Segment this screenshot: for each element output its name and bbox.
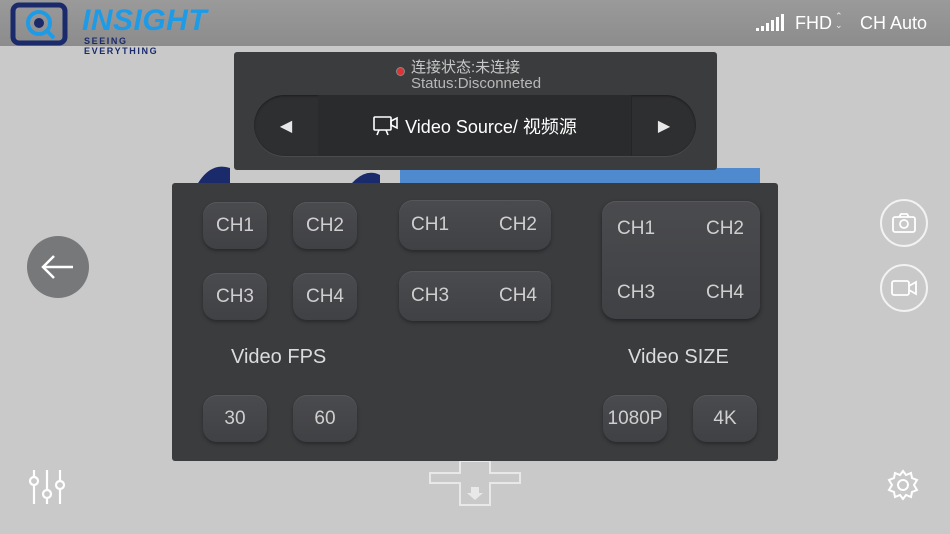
dpad-icon[interactable] — [428, 461, 522, 507]
insight-logo: INSIGHT SEEING EVERYTHING — [10, 2, 207, 56]
top-bar: INSIGHT SEEING EVERYTHING FHD ⌃ ⌄ CH Auto — [0, 0, 950, 56]
snapshot-button[interactable] — [880, 199, 928, 247]
signal-icon — [756, 14, 784, 31]
status-indicator — [397, 68, 404, 75]
ch3-ch4-pair-button[interactable]: CH3 CH4 — [399, 271, 551, 321]
resolution-arrows-icon[interactable]: ⌃ ⌄ — [835, 12, 843, 30]
logo-tagline: SEEING EVERYTHING — [84, 36, 159, 56]
status-panel: 连接状态:未连接 Status:Disconneted ◀ Video Sour… — [234, 52, 717, 170]
insight-logo-icon — [10, 2, 68, 46]
video-source-bar: ◀ Video Source/ 视频源 ▶ — [254, 95, 696, 156]
ch2-button[interactable]: CH2 — [293, 202, 357, 249]
left-triangle-icon: ◀ — [279, 117, 293, 135]
fps-60-button[interactable]: 60 — [293, 395, 357, 442]
quad-label: CH3 — [617, 282, 656, 303]
video-source-icon — [373, 115, 398, 135]
quad-label: CH4 — [705, 282, 744, 303]
pair-label: CH3 — [411, 285, 450, 306]
back-button[interactable] — [27, 236, 89, 298]
gear-icon[interactable] — [887, 469, 919, 501]
prev-source-button[interactable]: ◀ — [254, 95, 319, 156]
quad-label: CH1 — [617, 218, 656, 239]
size-1080p-button[interactable]: 1080P — [603, 395, 667, 442]
resolution-selector[interactable]: FHD — [795, 13, 832, 34]
record-button[interactable] — [880, 264, 928, 312]
channel-mode-selector[interactable]: CH Auto — [860, 13, 927, 34]
pair-label: CH1 — [411, 214, 450, 235]
ch1-ch2-pair-button[interactable]: CH1 CH2 — [399, 200, 551, 250]
status-label-en: Status:Disconneted — [411, 75, 542, 92]
size-4k-button[interactable]: 4K — [693, 395, 757, 442]
right-triangle-icon: ▶ — [657, 117, 671, 135]
ch1-button[interactable]: CH1 — [203, 202, 267, 249]
quad-view-button[interactable]: CH1 CH2 CH3 CH4 — [602, 201, 760, 319]
camera-icon — [892, 213, 916, 233]
video-size-label: Video SIZE — [628, 346, 729, 368]
video-source-button[interactable]: Video Source/ 视频源 — [318, 95, 632, 156]
status-label-cn: 连接状态:未连接 — [411, 59, 521, 76]
logo-text: INSIGHT — [82, 4, 208, 37]
fps-30-button[interactable]: 30 — [203, 395, 267, 442]
quad-label: CH2 — [705, 218, 744, 239]
video-fps-label: Video FPS — [231, 346, 327, 368]
pair-label: CH2 — [498, 214, 537, 235]
pair-label: CH4 — [498, 285, 537, 306]
channel-panel: CH1 CH2 CH3 CH4 CH1 CH2 CH3 CH4 CH1 CH2 … — [172, 183, 778, 461]
next-source-button[interactable]: ▶ — [631, 95, 696, 156]
sliders-icon[interactable] — [27, 467, 67, 507]
ch4-button[interactable]: CH4 — [293, 273, 357, 320]
video-source-label: Video Source/ 视频源 — [405, 116, 577, 137]
video-camera-icon — [891, 280, 917, 296]
ch3-button[interactable]: CH3 — [203, 273, 267, 320]
arrow-left-icon — [41, 255, 73, 279]
